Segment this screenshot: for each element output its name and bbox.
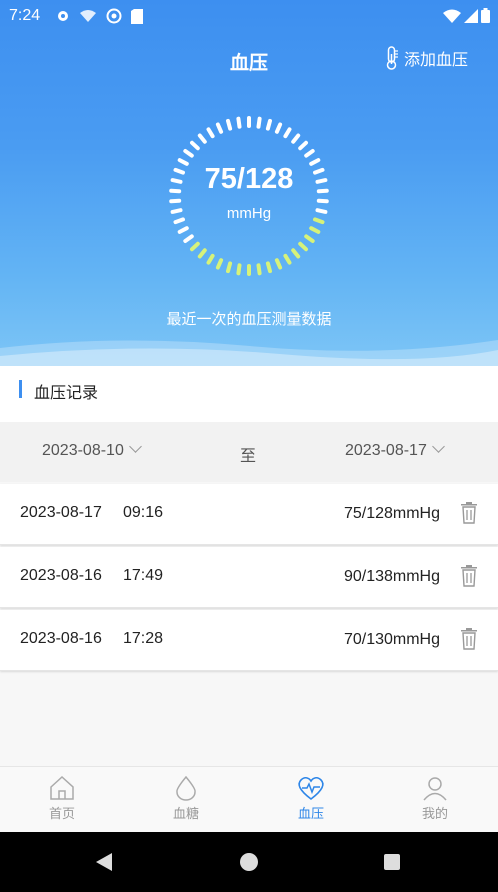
gauge-tick xyxy=(236,263,242,276)
vpn-icon xyxy=(106,8,122,24)
records-list: 2023-08-17 09:16 75/128mmHg 2023-08-16 1… xyxy=(0,484,498,673)
record-value: 75/128mmHg xyxy=(343,505,440,522)
gauge-value: 75/128 xyxy=(204,163,294,195)
gauge-tick xyxy=(265,261,272,274)
recents-button[interactable] xyxy=(384,854,400,870)
gauge-tick xyxy=(215,122,224,134)
gauge-tick xyxy=(298,241,308,252)
status-icons-left xyxy=(56,8,143,24)
hero-header: 7:24 血压 添加血压 75/128 mmHg 最近一次的血压测量数据 xyxy=(0,0,498,368)
trash-icon[interactable] xyxy=(460,628,478,650)
gauge-caption: 最近一次的血压测量数据 xyxy=(166,310,332,328)
record-row[interactable]: 2023-08-16 17:49 90/138mmHg xyxy=(0,547,498,608)
record-date: 2023-08-16 xyxy=(20,567,102,584)
sim-card-icon xyxy=(131,8,143,24)
gauge-tick xyxy=(190,140,200,151)
tab-label: 血压 xyxy=(297,807,324,822)
gauge-tick xyxy=(304,234,315,243)
gauge-tick xyxy=(177,226,189,234)
gauge-tick xyxy=(206,127,215,139)
bottom-tab-bar: 首页 血糖 血压 我的 xyxy=(0,766,498,833)
wifi-icon xyxy=(443,9,461,23)
home-button[interactable] xyxy=(240,853,258,871)
gauge-tick xyxy=(309,226,321,234)
gauge-tick xyxy=(291,248,301,259)
tab-blood-sugar[interactable]: 血糖 xyxy=(124,775,248,822)
gauge-tick xyxy=(256,263,262,276)
record-value: 70/130mmHg xyxy=(343,631,440,648)
tab-mine[interactable]: 我的 xyxy=(373,775,497,822)
start-date-picker[interactable]: 2023-08-10 xyxy=(42,440,142,460)
record-row[interactable]: 2023-08-17 09:16 75/128mmHg xyxy=(0,484,498,545)
end-date-value: 2023-08-17 xyxy=(345,442,427,459)
gauge-tick xyxy=(169,198,182,204)
wifi-question-icon xyxy=(80,10,96,22)
section-title: 血压记录 xyxy=(34,383,99,402)
tab-home[interactable]: 首页 xyxy=(0,775,124,822)
record-date: 2023-08-17 xyxy=(20,504,102,521)
gauge-tick xyxy=(183,234,194,243)
trash-icon[interactable] xyxy=(460,565,478,587)
end-date-picker[interactable]: 2023-08-17 xyxy=(345,440,445,460)
gauge-tick xyxy=(283,253,292,265)
gauge-tick xyxy=(298,140,308,151)
record-time: 09:16 xyxy=(123,504,164,521)
title-bar: 血压 添加血压 xyxy=(0,40,498,80)
gauge-tick xyxy=(283,127,292,139)
gauge-tick xyxy=(265,118,272,131)
record-date: 2023-08-16 xyxy=(20,630,102,647)
gauge-unit: mmHg xyxy=(226,205,272,222)
status-icons-right xyxy=(443,8,490,23)
tab-label: 首页 xyxy=(48,807,75,822)
record-time: 17:49 xyxy=(123,567,164,584)
gauge-tick xyxy=(190,241,200,252)
back-icon[interactable] xyxy=(95,852,113,872)
add-blood-pressure-button[interactable]: 添加血压 xyxy=(384,46,468,70)
home-icon xyxy=(50,775,74,800)
drop-icon xyxy=(176,775,196,801)
record-time: 17:28 xyxy=(123,630,164,647)
battery-icon xyxy=(481,8,490,23)
signal-icon xyxy=(464,8,478,23)
thermometer-icon xyxy=(386,46,398,70)
status-time: 7:24 xyxy=(9,7,41,24)
blood-pressure-gauge xyxy=(169,116,329,276)
record-value: 90/138mmHg xyxy=(343,568,440,585)
gauge-tick xyxy=(274,258,283,270)
date-separator: 至 xyxy=(240,446,257,465)
settings-icon xyxy=(58,11,68,21)
records-section-header: 血压记录 xyxy=(0,366,498,422)
tab-blood-pressure[interactable]: 血压 xyxy=(249,775,373,822)
gauge-tick xyxy=(215,258,224,270)
chevron-down-icon xyxy=(431,440,445,453)
gauge-tick xyxy=(226,261,233,274)
status-bar: 7:24 xyxy=(0,0,498,32)
date-range-filter: 2023-08-10 至 2023-08-17 xyxy=(0,422,498,482)
start-date-value: 2023-08-10 xyxy=(42,442,124,459)
section-accent-bar xyxy=(19,380,22,398)
gauge-tick xyxy=(197,248,207,259)
gauge-tick xyxy=(256,116,262,129)
add-button-label: 添加血压 xyxy=(403,50,468,69)
gauge-tick xyxy=(291,133,301,144)
gauge-tick xyxy=(206,253,215,265)
gauge-tick xyxy=(183,149,194,158)
wave-decoration xyxy=(0,340,498,368)
tab-label: 我的 xyxy=(421,807,448,822)
system-nav-bar xyxy=(0,832,498,892)
tab-label: 血糖 xyxy=(172,807,199,822)
chevron-down-icon xyxy=(128,440,142,453)
user-icon xyxy=(423,777,447,801)
gauge-tick xyxy=(236,116,242,129)
gauge-tick xyxy=(226,118,233,131)
gauge-tick xyxy=(274,122,283,134)
gauge-tick xyxy=(316,198,329,204)
record-row[interactable]: 2023-08-16 17:28 70/130mmHg xyxy=(0,610,498,671)
gauge-tick xyxy=(197,133,207,144)
heart-pulse-icon xyxy=(298,776,324,801)
gauge-tick xyxy=(304,149,315,158)
trash-icon[interactable] xyxy=(460,502,478,524)
